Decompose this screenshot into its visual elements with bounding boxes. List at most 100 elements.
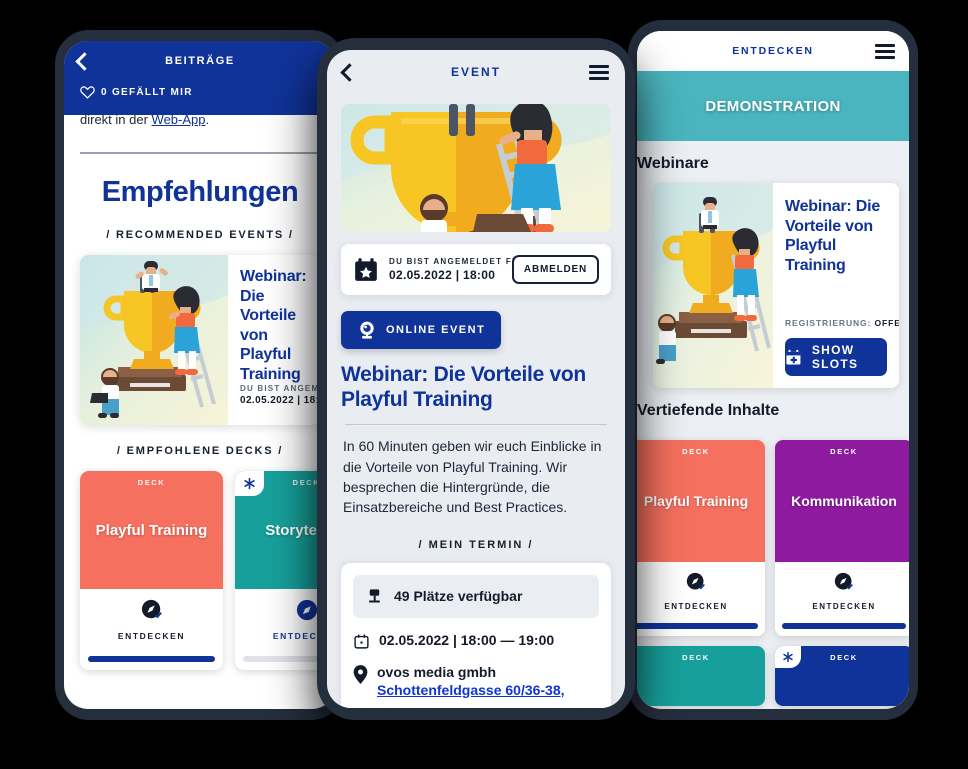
left-screen: BEITRÄGE 0 GEFÄLLT MIR direkt in der Web… — [64, 41, 336, 709]
deck-grid-row-2: DECK DECK — [637, 646, 909, 706]
deck-footer[interactable]: ENTDECKEN — [775, 562, 909, 617]
registration-card: DU BIST ANGEMELDET FÜR: 02.05.2022 | 18:… — [341, 244, 611, 295]
show-slots-label: SHOW SLOTS — [811, 343, 859, 371]
center-topbar: EVENT — [327, 50, 625, 94]
calendar-plus-icon — [786, 349, 801, 365]
seat-icon — [368, 588, 381, 603]
appointment-date-row: 02.05.2022 | 18:00 — 19:00 — [353, 632, 599, 650]
event-card-action[interactable]: ANSEHEN — [240, 421, 310, 425]
event-card-title: Webinar: Die Vorteile von Playful Traini… — [785, 198, 881, 274]
left-header: BEITRÄGE 0 GEFÄLLT MIR — [64, 41, 336, 115]
demonstration-banner-label: DEMONSTRATION — [705, 97, 841, 115]
deck-progress-bar — [782, 623, 906, 629]
deck-cover: DECK Playful Training — [637, 440, 765, 562]
appointment-card: 49 Plätze verfügbar 02.05.2022 | 18:00 —… — [341, 562, 611, 708]
deck-card-playful-training[interactable]: DECK Playful Training ENTDECKEN — [637, 440, 765, 636]
appointment-location-row: ovos media gmbh Schottenfeldgasse 60/36-… — [353, 664, 599, 698]
available-slots-label: 49 Plätze verfügbar — [394, 588, 523, 605]
section-recommended-events: / RECOMMENDED EVENTS / — [80, 229, 320, 241]
online-event-label: ONLINE EVENT — [386, 324, 486, 336]
event-hero-image — [341, 104, 611, 232]
registration-label: REGISTRIERUNG: — [785, 318, 872, 328]
right-topbar: ENTDECKEN — [637, 31, 909, 71]
divider — [80, 152, 320, 154]
online-event-badge: ONLINE EVENT — [341, 311, 502, 349]
right-screen: ENTDECKEN DEMONSTRATION Webinare Webinar… — [637, 31, 909, 709]
deck-kicker: DECK — [682, 447, 710, 456]
deck-footer[interactable]: ENTDECKEN — [637, 562, 765, 617]
deck-title: Playful Training — [643, 493, 749, 509]
hamburger-menu-icon[interactable] — [875, 43, 895, 59]
deck-kicker: DECK — [682, 653, 710, 662]
like-count-label: 0 GEFÄLLT MIR — [101, 86, 193, 98]
clipped-tail: . — [205, 112, 210, 126]
left-header-title: BEITRÄGE — [165, 55, 235, 67]
deck-cta-label: ENTDECKEN — [812, 602, 876, 611]
title-divider — [345, 424, 607, 426]
screenshot-stage: BEITRÄGE 0 GEFÄLLT MIR direkt in der Web… — [0, 0, 968, 769]
deck-grid-row-1: DECK Playful Training ENTDECKEN DECK Kom… — [637, 440, 909, 636]
registration-text: DU BIST ANGEMELDET FÜR: 02.05.2022 | 18:… — [389, 257, 531, 282]
deck-footer[interactable]: ENTDECKEN — [80, 589, 223, 649]
deck-title: Kommunikation — [791, 493, 897, 509]
deck-cover: DECK Playful Training — [80, 471, 223, 589]
event-thumbnail — [80, 255, 228, 425]
like-row[interactable]: 0 GEFÄLLT MIR — [64, 81, 336, 107]
deck-progress-bar — [88, 656, 215, 662]
calendar-icon — [354, 633, 369, 649]
section-webinars: Webinare — [637, 155, 709, 172]
center-screen: EVENT DU BIST ANGEMELDET FÜR: 02.05.2022… — [327, 50, 625, 708]
deck-cta-label: ENTDECKEN — [664, 602, 728, 611]
deck-card-playful-training[interactable]: DECK Playful Training ENTDECKEN — [80, 471, 223, 670]
event-card-meta: Webinar: Die Vorteile von Playful Traini… — [228, 255, 320, 425]
registration-value: OFFEN — [874, 318, 899, 328]
available-slots-row: 49 Plätze verfügbar — [353, 574, 599, 618]
phone-left: BEITRÄGE 0 GEFÄLLT MIR direkt in der Web… — [55, 30, 345, 720]
event-description: In 60 Minuten geben wir euch Einblicke i… — [343, 438, 602, 516]
location-address[interactable]: Schottenfeldgasse 60/36-38, — [377, 682, 565, 698]
star-badge — [235, 471, 264, 496]
show-slots-button[interactable]: SHOW SLOTS — [785, 338, 887, 376]
deck-title: Playful Training — [95, 521, 208, 539]
unregister-button[interactable]: ABMELDEN — [511, 255, 599, 284]
section-decks-label: / EMPFOHLENE DECKS / — [116, 445, 284, 457]
event-title: Webinar: Die Vorteile von Playful Traini… — [341, 363, 586, 412]
clipped-paragraph: direkt in der Web-App. — [80, 112, 320, 126]
deck-card-blue[interactable]: DECK — [775, 646, 909, 706]
registration-label: DU BIST ANGEMELDET FÜR: — [389, 257, 531, 266]
asterisk-icon — [782, 651, 793, 662]
left-topbar: BEITRÄGE — [64, 41, 336, 81]
heart-icon — [80, 85, 95, 99]
location-name: ovos media gmbh — [377, 663, 497, 680]
right-body: Webinare Webinar: Die Vorteile von Playf… — [637, 141, 909, 706]
section-my-appointment: / MEIN TERMIN / — [418, 538, 534, 551]
left-body: direkt in der Web-App. Empfehlungen / RE… — [64, 112, 336, 670]
deck-progress-bar — [637, 623, 758, 629]
page-title: Empfehlungen — [101, 176, 299, 208]
event-card-status: DU BIST ANGEMELDET — [240, 384, 320, 394]
clipped-text: direkt in der — [80, 112, 152, 126]
compass-icon — [296, 599, 318, 621]
hamburger-menu-icon[interactable] — [589, 64, 609, 80]
section-recommended-decks: / EMPFOHLENE DECKS / — [80, 445, 320, 457]
center-header-title: EVENT — [450, 65, 501, 79]
web-app-link[interactable]: Web-App — [152, 112, 206, 126]
location-lines: ovos media gmbh Schottenfeldgasse 60/36-… — [377, 664, 565, 698]
deck-card-teal[interactable]: DECK — [637, 646, 765, 706]
demonstration-banner: DEMONSTRATION — [637, 71, 909, 141]
deck-cta-label: ENTDECKEN — [117, 631, 186, 641]
deck-card-kommunikation[interactable]: DECK Kommunikation ENTDECKEN — [775, 440, 909, 636]
star-badge — [775, 646, 801, 668]
webcam-icon — [360, 321, 374, 339]
registration-date: 02.05.2022 | 18:00 — [389, 268, 496, 282]
deck-kicker: DECK — [830, 447, 858, 456]
section-label-text: / RECOMMENDED EVENTS / — [106, 229, 294, 241]
event-card[interactable]: Webinar: Die Vorteile von Playful Traini… — [80, 255, 320, 425]
event-thumbnail — [653, 183, 773, 388]
registration-status: REGISTRIERUNG: OFFEN — [785, 318, 899, 328]
webinar-event-card[interactable]: Webinar: Die Vorteile von Playful Traini… — [653, 183, 899, 388]
deck-list: DECK Playful Training ENTDECKEN DECK Sto… — [80, 471, 336, 670]
appointment-date-label: 02.05.2022 | 18:00 — 19:00 — [379, 631, 555, 648]
event-card-title: Webinar: Die Vorteile von Playful Traini… — [240, 268, 307, 383]
compass-check-icon — [141, 599, 163, 621]
